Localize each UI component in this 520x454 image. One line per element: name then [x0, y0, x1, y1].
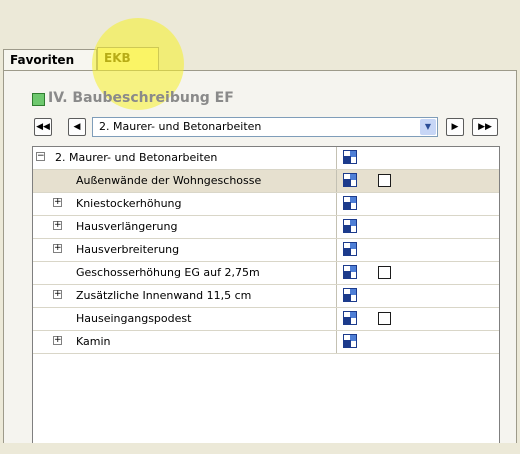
- tab-favoriten[interactable]: Favoriten: [3, 49, 97, 70]
- tree-row[interactable]: + Zusätzliche Innenwand 11,5 cm: [33, 285, 499, 308]
- tree-row-label: Geschosserhöhung EG auf 2,75m: [76, 266, 260, 279]
- top-toolbar-area: [0, 0, 520, 47]
- last-button[interactable]: ▶▶: [472, 118, 498, 136]
- column-divider: [336, 193, 337, 215]
- tree-row[interactable]: − 2. Maurer- und Betonarbeiten: [33, 147, 499, 170]
- document-icon[interactable]: [343, 196, 357, 210]
- chapter-select[interactable]: 2. Maurer- und Betonarbeiten ▼: [92, 117, 438, 137]
- expand-icon[interactable]: +: [53, 221, 62, 230]
- expand-icon[interactable]: +: [53, 336, 62, 345]
- tree-rows: − 2. Maurer- und Betonarbeiten Außenwände …: [33, 147, 499, 454]
- document-icon[interactable]: [343, 242, 357, 256]
- tree-row-label: Außenwände der Wohngeschosse: [76, 174, 262, 187]
- tree-row-label: Zusätzliche Innenwand 11,5 cm: [76, 289, 252, 302]
- tree-view[interactable]: − 2. Maurer- und Betonarbeiten Außenwände …: [32, 146, 500, 443]
- collapse-icon[interactable]: −: [36, 152, 45, 161]
- previous-icon: ◀: [73, 122, 81, 132]
- document-icon[interactable]: [343, 265, 357, 279]
- chapter-select-value: 2. Maurer- und Betonarbeiten: [99, 120, 262, 133]
- tree-row[interactable]: + Hausverlängerung: [33, 216, 499, 239]
- document-icon[interactable]: [343, 311, 357, 325]
- row-checkbox[interactable]: [378, 312, 391, 325]
- row-checkbox[interactable]: [378, 174, 391, 187]
- column-divider: [336, 216, 337, 238]
- tab-ekb[interactable]: EKB: [97, 47, 159, 71]
- column-divider: [336, 308, 337, 330]
- column-divider: [336, 331, 337, 353]
- expand-icon[interactable]: +: [53, 244, 62, 253]
- tree-empty-area: [33, 354, 499, 454]
- document-icon[interactable]: [343, 288, 357, 302]
- document-icon[interactable]: [343, 150, 357, 164]
- document-icon[interactable]: [343, 334, 357, 348]
- tree-row-label: Kniestockerhöhung: [76, 197, 182, 210]
- tree-row-label: 2. Maurer- und Betonarbeiten: [55, 151, 218, 164]
- tree-row[interactable]: + Kniestockerhöhung: [33, 193, 499, 216]
- expand-icon[interactable]: +: [53, 198, 62, 207]
- tree-row-label: Hausverlängerung: [76, 220, 178, 233]
- column-divider: [336, 147, 337, 169]
- section-status-icon: [32, 93, 45, 106]
- document-icon[interactable]: [343, 173, 357, 187]
- column-divider: [336, 239, 337, 261]
- section-title: IV. Baubeschreibung EF: [48, 90, 234, 106]
- tree-row-label: Hausverbreiterung: [76, 243, 180, 256]
- tree-row[interactable]: Geschosserhöhung EG auf 2,75m: [33, 262, 499, 285]
- first-icon: ◀◀: [36, 122, 50, 132]
- tab-bar: Favoriten EKB: [0, 47, 520, 71]
- column-divider: [336, 285, 337, 307]
- previous-button[interactable]: ◀: [68, 118, 86, 136]
- tree-row-label: Kamin: [76, 335, 111, 348]
- tree-row[interactable]: Hauseingangspodest: [33, 308, 499, 331]
- tree-row[interactable]: + Kamin: [33, 331, 499, 354]
- next-button[interactable]: ▶: [446, 118, 464, 136]
- column-divider: [336, 262, 337, 284]
- chevron-down-icon[interactable]: ▼: [420, 119, 436, 135]
- column-divider: [336, 170, 337, 192]
- document-icon[interactable]: [343, 219, 357, 233]
- expand-icon[interactable]: +: [53, 290, 62, 299]
- first-button[interactable]: ◀◀: [34, 118, 52, 136]
- row-checkbox[interactable]: [378, 266, 391, 279]
- next-icon: ▶: [451, 122, 459, 132]
- tree-row[interactable]: + Hausverbreiterung: [33, 239, 499, 262]
- last-icon: ▶▶: [478, 122, 492, 132]
- tree-row-label: Hauseingangspodest: [76, 312, 192, 325]
- tree-row[interactable]: Außenwände der Wohngeschosse: [33, 170, 499, 193]
